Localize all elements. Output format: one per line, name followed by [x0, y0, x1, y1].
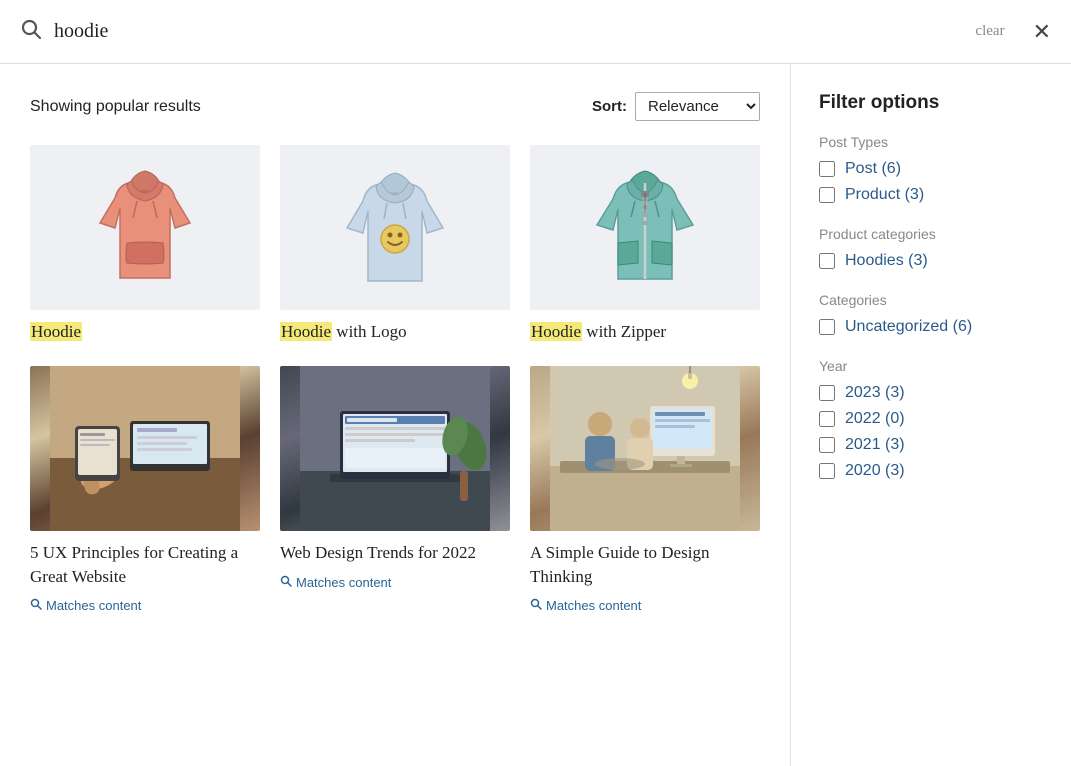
result-card: Hoodie — [30, 145, 260, 350]
matches-label: Matches content — [546, 598, 641, 613]
close-button[interactable]: ✕ — [1033, 21, 1051, 43]
results-area: Showing popular results Sort: Relevance … — [0, 64, 791, 766]
filter-item-label-post[interactable]: Post (6) — [845, 160, 901, 178]
result-image-webdesign[interactable] — [280, 366, 510, 531]
filter-section-post-types: Post Types Post (6) Product (3) — [819, 134, 1043, 204]
result-card: A Simple Guide to Design Thinking Matche… — [530, 366, 760, 614]
filter-title: Filter options — [819, 92, 1043, 114]
result-image-hoodie-zipper[interactable] — [530, 145, 760, 310]
filter-item: Uncategorized (6) — [819, 318, 1043, 336]
matches-label: Matches content — [46, 598, 141, 613]
filter-item: 2022 (0) — [819, 410, 1043, 428]
matches-badge: Matches content — [30, 598, 260, 613]
highlight-text: Hoodie — [30, 322, 82, 341]
highlight-text: Hoodie — [530, 322, 582, 341]
result-image-ux[interactable] — [30, 366, 260, 531]
filter-section-label: Product categories — [819, 226, 1043, 242]
product-grid: Hoodie — [30, 145, 760, 613]
filter-checkbox-2022[interactable] — [819, 411, 835, 427]
matches-badge: Matches content — [530, 598, 760, 613]
search-input[interactable] — [54, 20, 963, 43]
filter-section-label: Post Types — [819, 134, 1043, 150]
filter-item: 2023 (3) — [819, 384, 1043, 402]
sort-label: Sort: — [592, 98, 627, 115]
filter-item-label-hoodies[interactable]: Hoodies (3) — [845, 252, 928, 270]
filter-checkbox-uncategorized[interactable] — [819, 319, 835, 335]
matches-icon — [530, 598, 542, 613]
filter-item-label-2020[interactable]: 2020 (3) — [845, 462, 905, 480]
sort-select[interactable]: Relevance Date Title — [635, 92, 760, 121]
filter-item-label-product[interactable]: Product (3) — [845, 186, 924, 204]
result-title[interactable]: Web Design Trends for 2022 — [280, 541, 510, 565]
filter-section-year: Year 2023 (3) 2022 (0) 2021 (3) 2020 (3) — [819, 358, 1043, 480]
result-card: Hoodie with Logo — [280, 145, 510, 350]
result-image-hoodie-logo[interactable] — [280, 145, 510, 310]
filter-section-categories: Categories Uncategorized (6) — [819, 292, 1043, 336]
filter-section-label: Categories — [819, 292, 1043, 308]
matches-icon — [30, 598, 42, 613]
filter-item: Post (6) — [819, 160, 1043, 178]
matches-icon — [280, 575, 292, 590]
result-title[interactable]: Hoodie with Zipper — [530, 320, 760, 344]
filter-item: 2020 (3) — [819, 462, 1043, 480]
matches-badge: Matches content — [280, 575, 510, 590]
sort-bar: Showing popular results Sort: Relevance … — [30, 92, 760, 121]
filter-item: Hoodies (3) — [819, 252, 1043, 270]
clear-button[interactable]: clear — [975, 23, 1004, 40]
filter-item-label-2022[interactable]: 2022 (0) — [845, 410, 905, 428]
highlight-text: Hoodie — [280, 322, 332, 341]
filter-checkbox-product[interactable] — [819, 187, 835, 203]
filter-checkbox-2021[interactable] — [819, 437, 835, 453]
filter-panel: Filter options Post Types Post (6) Produ… — [791, 64, 1071, 766]
filter-item-label-2021[interactable]: 2021 (3) — [845, 436, 905, 454]
filter-item: Product (3) — [819, 186, 1043, 204]
result-title[interactable]: Hoodie with Logo — [280, 320, 510, 344]
filter-item: 2021 (3) — [819, 436, 1043, 454]
matches-label: Matches content — [296, 575, 391, 590]
search-bar: clear ✕ — [0, 0, 1071, 64]
showing-text: Showing popular results — [30, 98, 592, 116]
result-title[interactable]: A Simple Guide to Design Thinking — [530, 541, 760, 589]
filter-section-label: Year — [819, 358, 1043, 374]
result-image-design[interactable] — [530, 366, 760, 531]
filter-checkbox-2023[interactable] — [819, 385, 835, 401]
search-icon — [20, 18, 42, 46]
result-title[interactable]: 5 UX Principles for Creating a Great Web… — [30, 541, 260, 589]
filter-checkbox-hoodies[interactable] — [819, 253, 835, 269]
main-layout: Showing popular results Sort: Relevance … — [0, 64, 1071, 766]
filter-section-product-categories: Product categories Hoodies (3) — [819, 226, 1043, 270]
result-image-hoodie[interactable] — [30, 145, 260, 310]
filter-checkbox-post[interactable] — [819, 161, 835, 177]
filter-item-label-uncategorized[interactable]: Uncategorized (6) — [845, 318, 972, 336]
result-card: 5 UX Principles for Creating a Great Web… — [30, 366, 260, 614]
result-card: Web Design Trends for 2022 Matches conte… — [280, 366, 510, 614]
filter-checkbox-2020[interactable] — [819, 463, 835, 479]
filter-item-label-2023[interactable]: 2023 (3) — [845, 384, 905, 402]
result-card: Hoodie with Zipper — [530, 145, 760, 350]
result-title[interactable]: Hoodie — [30, 320, 260, 344]
